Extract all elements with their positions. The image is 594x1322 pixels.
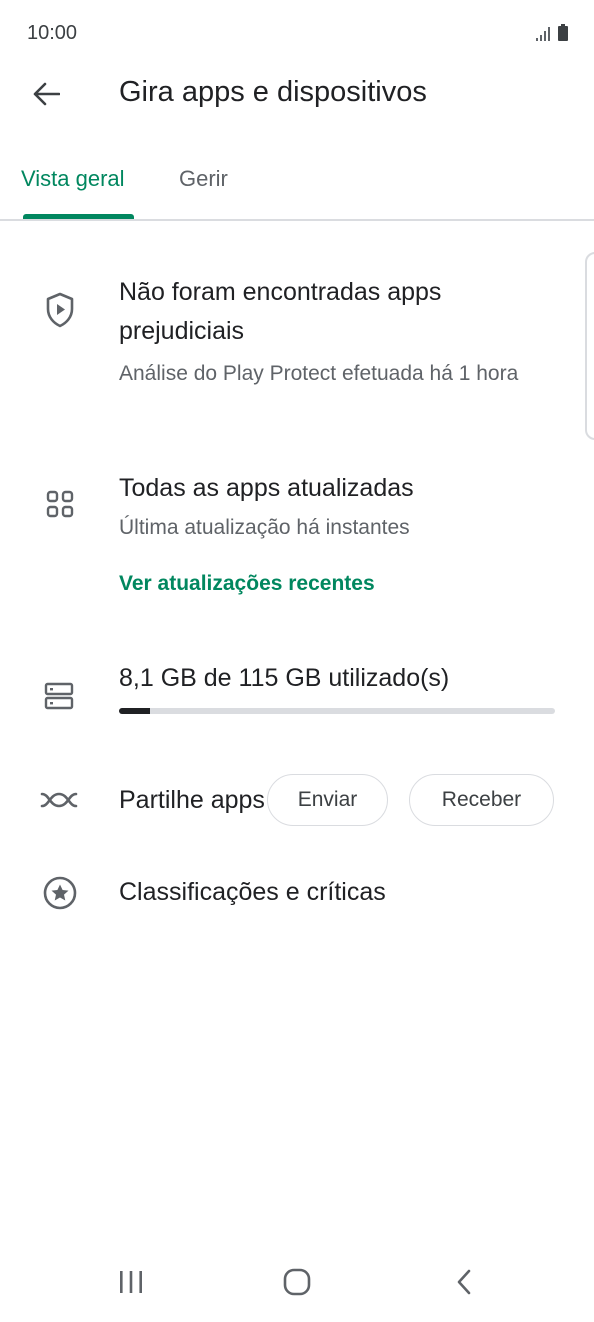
updates-title: Todas as apps atualizadas [119, 474, 414, 502]
apps-grid-icon [40, 484, 80, 524]
nav-back-button[interactable] [440, 1262, 488, 1306]
storage-label: 8,1 GB de 115 GB utilizado(s) [119, 664, 450, 692]
protect-title: Não foram encontradas apps prejudiciais [119, 278, 442, 345]
receive-button[interactable]: Receber [409, 774, 554, 826]
status-icons [536, 24, 568, 46]
scrollbar[interactable] [585, 252, 594, 440]
tab-overview[interactable]: Vista geral [21, 166, 125, 192]
share-label: Partilhe apps [119, 786, 265, 814]
protect-section: Não foram encontradas apps prejudiciais … [119, 273, 549, 390]
ratings-reviews-item[interactable]: Classificações e críticas [119, 873, 386, 912]
back-button[interactable] [28, 78, 64, 114]
recent-apps-icon [118, 1270, 144, 1299]
home-button[interactable] [273, 1262, 321, 1306]
send-button[interactable]: Enviar [267, 774, 388, 826]
recent-apps-button[interactable] [107, 1262, 155, 1306]
tab-divider [0, 219, 594, 221]
arrow-back-icon [32, 82, 61, 111]
star-circle-icon[interactable] [40, 873, 80, 913]
protect-subtitle: Análise do Play Protect efetuada há 1 ho… [119, 362, 519, 385]
storage-icon [39, 676, 79, 716]
tab-manage[interactable]: Gerir [179, 166, 228, 192]
updates-subtitle: Última atualização há instantes [119, 516, 410, 539]
back-icon [455, 1268, 473, 1301]
recent-updates-link[interactable]: Ver atualizações recentes [119, 572, 375, 596]
signal-icon [536, 27, 552, 46]
home-icon [283, 1268, 311, 1301]
share-apps-icon [38, 782, 80, 818]
play-protect-shield-icon [40, 290, 80, 330]
battery-icon [558, 24, 568, 46]
storage-progress-fill [119, 708, 150, 714]
storage-progress-bar [119, 708, 555, 714]
status-time: 10:00 [27, 22, 78, 44]
page-title: Gira apps e dispositivos [119, 76, 427, 108]
